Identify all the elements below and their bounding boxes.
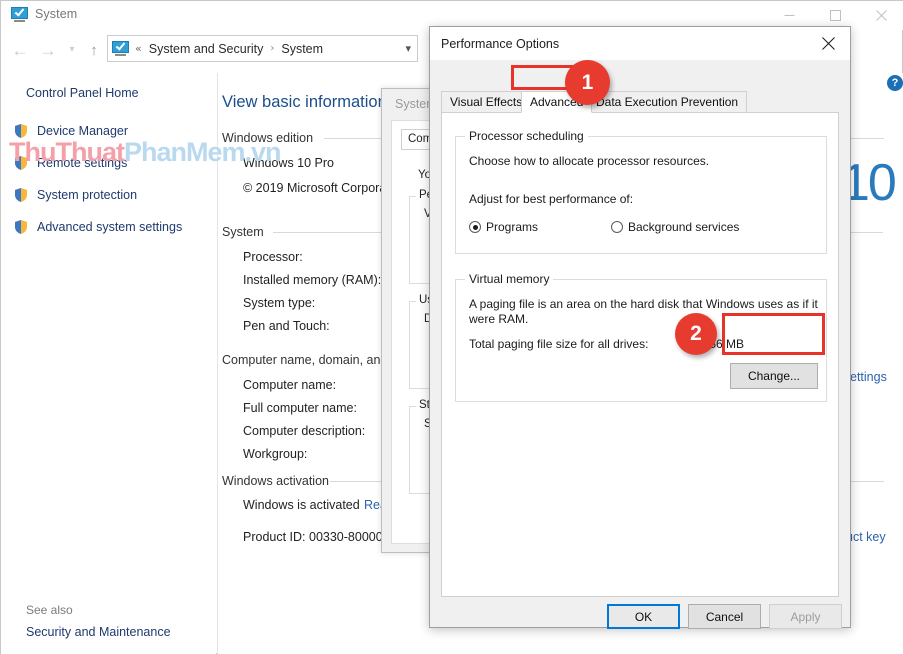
- cancel-button[interactable]: Cancel: [688, 604, 761, 629]
- sidebar-item-label: Device Manager: [37, 124, 129, 138]
- radio-programs-label: Programs: [486, 220, 539, 234]
- radio-background-services-label: Background services: [628, 220, 740, 234]
- back-arrow-icon[interactable]: ←: [9, 39, 31, 61]
- forward-arrow-icon[interactable]: →: [37, 39, 59, 61]
- sidebar-item-remote-settings[interactable]: Remote settings: [13, 153, 127, 173]
- label-installed-memory: Installed memory (RAM):: [243, 273, 382, 287]
- label-computer-name: Computer name:: [243, 378, 337, 392]
- shield-icon: [13, 123, 29, 139]
- sidebar-item-advanced-system-settings[interactable]: Advanced system settings: [13, 217, 182, 237]
- tab-data-execution-prevention[interactable]: Data Execution Prevention: [587, 91, 748, 113]
- radio-button-icon[interactable]: [611, 221, 623, 233]
- copyright-text: © 2019 Microsoft Corporat: [243, 181, 390, 195]
- sidebar-item-security-and-maintenance[interactable]: Security and Maintenance: [26, 625, 171, 639]
- apply-button: Apply: [769, 604, 842, 629]
- radio-background-services[interactable]: Background services: [611, 220, 739, 234]
- address-monitor-icon: [112, 39, 129, 57]
- up-arrow-icon[interactable]: ↑: [83, 39, 105, 61]
- radio-programs[interactable]: Programs: [469, 220, 538, 234]
- annotation-badge-2: 2: [675, 313, 717, 355]
- breadcrumb-separator: ›: [270, 43, 275, 54]
- performance-options-titlebar: Performance Options: [430, 27, 850, 60]
- group-processor-scheduling-title: Processor scheduling: [465, 129, 588, 143]
- page-title: View basic information: [222, 93, 387, 111]
- address-bar[interactable]: « System and Security › System ▾: [107, 35, 418, 62]
- section-heading-windows-edition: Windows edition: [222, 131, 314, 145]
- radio-button-icon[interactable]: [469, 221, 481, 233]
- shield-icon: [13, 219, 29, 235]
- screenshot-root: System ← → ▾ ↑ « System and Security › S…: [0, 0, 903, 654]
- section-heading-windows-activation: Windows activation: [222, 474, 329, 488]
- address-overflow-chevrons[interactable]: «: [135, 42, 142, 55]
- breadcrumb-item-system[interactable]: System: [281, 42, 323, 56]
- label-computer-description: Computer description:: [243, 424, 366, 438]
- advanced-tab-page: Processor scheduling Choose how to alloc…: [441, 112, 839, 597]
- section-heading-computer-name: Computer name, domain, and: [222, 353, 388, 367]
- recent-locations-chevron-down-icon[interactable]: ▾: [61, 39, 83, 61]
- close-icon[interactable]: [806, 27, 850, 60]
- sidebar: Control Panel Home Device Manager Remote…: [1, 73, 216, 654]
- breadcrumb-item-system-and-security[interactable]: System and Security: [149, 42, 264, 56]
- link-change-settings[interactable]: ettings: [850, 370, 887, 384]
- label-processor: Processor:: [243, 250, 303, 264]
- total-paging-file-size-label: Total paging file size for all drives:: [469, 337, 649, 351]
- label-pen-and-touch: Pen and Touch:: [243, 319, 330, 333]
- address-chevron-down-icon[interactable]: ▾: [405, 42, 411, 55]
- windows-edition-value: Windows 10 Pro: [243, 156, 335, 170]
- dialog-title: Performance Options: [441, 37, 560, 51]
- link-change-product-key[interactable]: uct key: [846, 530, 886, 544]
- sidebar-item-device-manager[interactable]: Device Manager: [13, 121, 128, 141]
- system-monitor-icon: [11, 6, 28, 23]
- change-button[interactable]: Change...: [730, 363, 818, 389]
- tabstrip: Visual Effects Advanced Data Execution P…: [441, 91, 839, 113]
- sidebar-item-label: Remote settings: [37, 156, 128, 170]
- shield-icon: [13, 187, 29, 203]
- label-windows-is-activated: Windows is activated: [243, 498, 360, 512]
- processor-scheduling-prompt: Adjust for best performance of:: [469, 192, 634, 206]
- close-icon[interactable]: [858, 1, 903, 30]
- label-workgroup: Workgroup:: [243, 447, 308, 461]
- ok-button[interactable]: OK: [607, 604, 680, 629]
- group-virtual-memory: Virtual memory A paging file is an area …: [455, 272, 827, 402]
- shield-icon: [13, 155, 29, 171]
- label-system-type: System type:: [243, 296, 316, 310]
- processor-scheduling-description: Choose how to allocate processor resourc…: [469, 154, 710, 168]
- annotation-badge-1: 1: [565, 60, 610, 105]
- section-heading-system: System: [222, 225, 264, 239]
- help-icon[interactable]: ?: [887, 75, 903, 91]
- see-also-heading: See also: [26, 603, 73, 617]
- group-virtual-memory-title: Virtual memory: [465, 272, 554, 286]
- label-product-id: Product ID: 00330-80000-0: [243, 530, 394, 544]
- sidebar-item-label: System protection: [37, 188, 138, 202]
- performance-options-dialog: Performance Options Visual Effects Advan…: [429, 26, 851, 629]
- sidebar-item-label: Advanced system settings: [37, 220, 183, 234]
- sidebar-item-system-protection[interactable]: System protection: [13, 185, 137, 205]
- tab-visual-effects[interactable]: Visual Effects: [441, 91, 532, 113]
- virtual-memory-description: A paging file is an area on the hard dis…: [469, 297, 818, 326]
- label-full-computer-name: Full computer name:: [243, 401, 357, 415]
- window-title: System: [35, 7, 78, 21]
- performance-options-body: Visual Effects Advanced Data Execution P…: [430, 60, 850, 629]
- sidebar-item-control-panel-home[interactable]: Control Panel Home: [26, 86, 139, 100]
- group-processor-scheduling: Processor scheduling Choose how to alloc…: [455, 129, 827, 254]
